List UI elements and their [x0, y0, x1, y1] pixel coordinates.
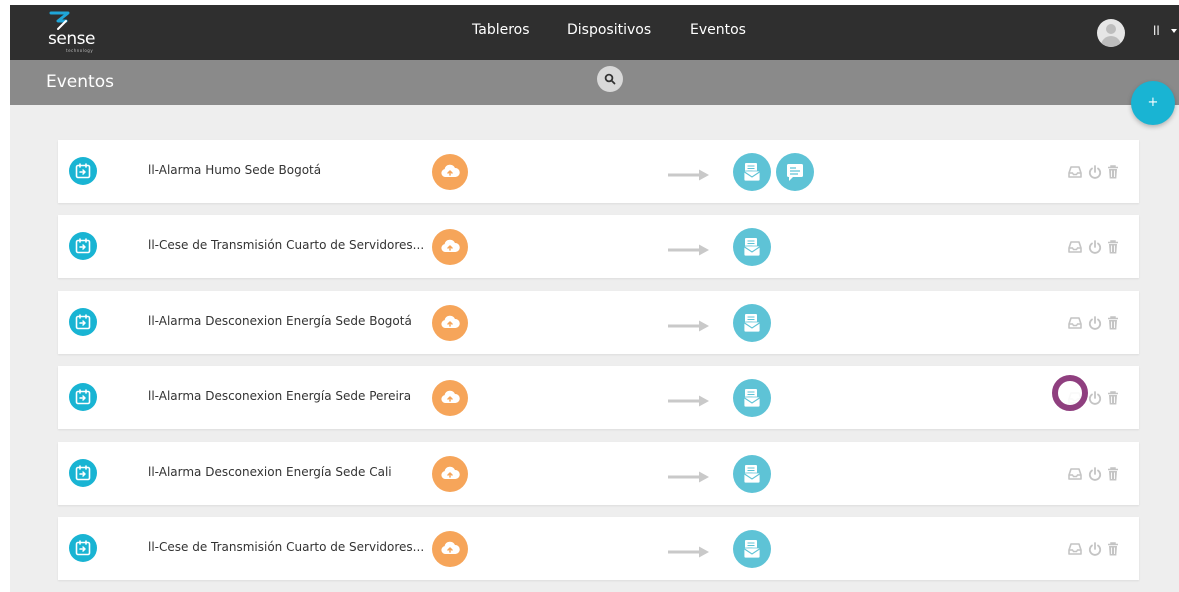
power-icon[interactable] — [1088, 466, 1102, 482]
arrow-right-icon — [668, 317, 710, 332]
arrow-right-icon — [668, 166, 710, 181]
avatar-head — [1106, 24, 1116, 34]
message-icon[interactable] — [776, 153, 814, 191]
avatar-body — [1101, 36, 1121, 47]
event-icon — [69, 534, 97, 562]
event-name[interactable]: ll-Alarma Humo Sede Bogotá — [148, 163, 433, 177]
event-row[interactable]: ll-Cese de Transmisión Cuarto de Servido… — [58, 215, 1139, 278]
email-icon[interactable] — [733, 304, 771, 342]
power-icon[interactable] — [1088, 315, 1102, 331]
search-icon — [604, 73, 616, 85]
search-button[interactable] — [597, 66, 623, 92]
user-avatar[interactable] — [1097, 19, 1125, 47]
power-icon[interactable] — [1088, 541, 1102, 557]
inbox-icon[interactable] — [1068, 541, 1082, 557]
cloud-upload-icon[interactable] — [432, 154, 468, 190]
cloud-upload-icon[interactable] — [432, 456, 468, 492]
event-icon — [69, 157, 97, 185]
chevron-down-icon[interactable] — [1171, 29, 1177, 33]
event-name[interactable]: ll-Cese de Transmisión Cuarto de Servido… — [148, 540, 433, 554]
row-actions — [1068, 164, 1122, 180]
event-row[interactable]: ll-Alarma Desconexion Energía Sede Cali — [58, 442, 1139, 505]
cloud-upload-icon[interactable] — [432, 380, 468, 416]
app-frame: sense technology Tableros Dispositivos E… — [10, 5, 1179, 592]
event-icon — [69, 232, 97, 260]
inbox-icon[interactable] — [1068, 164, 1082, 180]
event-icon — [69, 383, 97, 411]
add-event-button[interactable]: + — [1131, 81, 1175, 125]
email-icon[interactable] — [733, 228, 771, 266]
email-icon[interactable] — [733, 530, 771, 568]
row-actions — [1068, 466, 1122, 482]
email-icon[interactable] — [733, 153, 771, 191]
event-row[interactable]: ll-Alarma Humo Sede Bogotá — [58, 140, 1139, 203]
arrow-right-icon — [668, 241, 710, 256]
trash-icon[interactable] — [1106, 466, 1120, 482]
cloud-upload-icon[interactable] — [432, 229, 468, 265]
logo-mark-icon — [49, 11, 70, 30]
cursor-indicator — [1052, 375, 1088, 411]
inbox-icon[interactable] — [1068, 239, 1082, 255]
row-actions — [1068, 541, 1122, 557]
inbox-icon[interactable] — [1068, 466, 1082, 482]
trash-icon[interactable] — [1106, 541, 1120, 557]
event-icon — [69, 459, 97, 487]
cloud-upload-icon[interactable] — [432, 305, 468, 341]
logo-wordmark: sense — [48, 29, 95, 49]
brand-logo[interactable]: sense technology — [44, 11, 114, 53]
nav-tableros[interactable]: Tableros — [472, 22, 530, 44]
event-name[interactable]: ll-Alarma Desconexion Energía Sede Perei… — [148, 389, 433, 403]
logo-tagline: technology — [66, 48, 94, 53]
top-navbar: sense technology Tableros Dispositivos E… — [10, 5, 1179, 60]
arrow-right-icon — [668, 392, 710, 407]
row-actions — [1068, 315, 1122, 331]
nav-eventos[interactable]: Eventos — [690, 22, 746, 44]
email-icon[interactable] — [733, 455, 771, 493]
row-actions — [1068, 239, 1122, 255]
event-name[interactable]: ll-Cese de Transmisión Cuarto de Servido… — [148, 238, 433, 252]
power-icon[interactable] — [1088, 164, 1102, 180]
email-icon[interactable] — [733, 379, 771, 417]
power-icon[interactable] — [1088, 239, 1102, 255]
trash-icon[interactable] — [1106, 239, 1120, 255]
nav-dispositivos[interactable]: Dispositivos — [567, 22, 651, 44]
event-row[interactable]: ll-Alarma Desconexion Energía Sede Bogot… — [58, 291, 1139, 354]
page-header: Eventos — [10, 60, 1179, 105]
power-icon[interactable] — [1088, 390, 1102, 406]
trash-icon[interactable] — [1106, 164, 1120, 180]
event-icon — [69, 308, 97, 336]
trash-icon[interactable] — [1106, 390, 1120, 406]
event-name[interactable]: ll-Alarma Desconexion Energía Sede Cali — [148, 465, 433, 479]
page: sense technology Tableros Dispositivos E… — [0, 0, 1179, 592]
event-row[interactable]: ll-Cese de Transmisión Cuarto de Servido… — [58, 517, 1139, 580]
page-title: Eventos — [46, 72, 114, 92]
arrow-right-icon — [668, 543, 710, 558]
user-menu-label[interactable]: ll — [1153, 24, 1160, 38]
event-name[interactable]: ll-Alarma Desconexion Energía Sede Bogot… — [148, 314, 433, 328]
event-row[interactable]: ll-Alarma Desconexion Energía Sede Perei… — [58, 366, 1139, 429]
trash-icon[interactable] — [1106, 315, 1120, 331]
inbox-icon[interactable] — [1068, 315, 1082, 331]
arrow-right-icon — [668, 468, 710, 483]
cloud-upload-icon[interactable] — [432, 531, 468, 567]
